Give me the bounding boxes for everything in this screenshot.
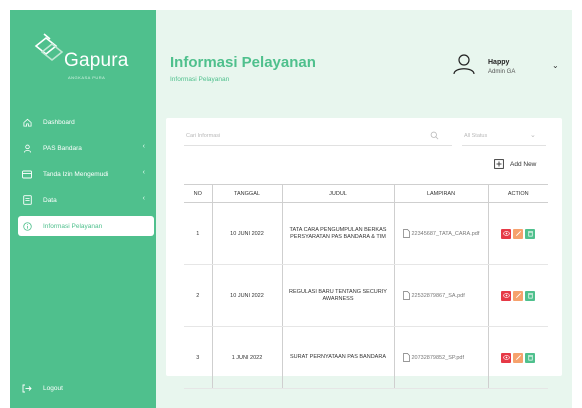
- file-icon: [402, 353, 410, 362]
- delete-button[interactable]: [525, 290, 536, 301]
- sidebar-item-label: Data: [43, 196, 57, 204]
- attachment-link[interactable]: 22345687_TATA_CARA.pdf: [412, 231, 480, 237]
- edit-button[interactable]: [513, 290, 524, 301]
- file-icon: [402, 291, 410, 300]
- logout-icon: [20, 381, 34, 395]
- pencil-icon: [515, 293, 521, 298]
- cell-lampiran[interactable]: 20732879852_SP.pdf: [393, 326, 488, 389]
- sidebar-item-informasi-pelayanan[interactable]: Informasi Pelayanan: [18, 216, 154, 236]
- sidebar-item-label: Tanda Izin Mengemudi: [43, 170, 109, 178]
- trash-icon: [527, 293, 533, 299]
- cell-judul: SURAT PERNYATAAN PAS BANDARA: [281, 326, 394, 389]
- trash-icon: [527, 231, 533, 237]
- breadcrumb[interactable]: Informasi Pelayanan: [170, 76, 229, 83]
- page-title: Informasi Pelayanan: [170, 54, 316, 71]
- user-icon: [20, 141, 34, 155]
- cell-tanggal: 1 JUNI 2022: [211, 326, 282, 389]
- cell-action: [487, 326, 548, 389]
- logo-subtitle: ANGKASA PURA: [68, 75, 106, 80]
- user-menu[interactable]: Happy Admin GA ⌄: [452, 52, 572, 80]
- sidebar-item-label: PAS Bandara: [43, 144, 82, 152]
- info-icon: [20, 219, 34, 233]
- add-new-button[interactable]: Add New: [490, 156, 546, 172]
- sidebar-item-label: Dashboard: [43, 118, 75, 126]
- view-button[interactable]: [501, 352, 512, 363]
- column-header: NO: [184, 184, 212, 203]
- cell-no: 3: [184, 326, 212, 389]
- edit-button[interactable]: [513, 352, 524, 363]
- cell-no: 1: [184, 202, 212, 265]
- status-filter-select[interactable]: All Status ⌄: [462, 128, 546, 146]
- logo-mark-icon: [34, 33, 64, 62]
- search-input[interactable]: Cari Informasi: [184, 128, 452, 146]
- main-content: Informasi Pelayanan Informasi Pelayanan …: [156, 10, 572, 408]
- eye-icon: [503, 293, 510, 298]
- table-row: 3 1 JUNI 2022 SURAT PERNYATAAN PAS BANDA…: [184, 326, 548, 389]
- app-window: Gapura ANGKASA PURA Dashboard PAS Bandar…: [0, 0, 582, 408]
- logout-label: Logout: [43, 384, 63, 392]
- sidebar: Gapura ANGKASA PURA Dashboard PAS Bandar…: [10, 10, 156, 408]
- table-row: 1 10 JUNI 2022 TATA CARA PENGUMPULAN BER…: [184, 202, 548, 265]
- home-icon: [20, 115, 34, 129]
- user-name: Happy: [488, 59, 510, 66]
- cell-lampiran[interactable]: 22345687_TATA_CARA.pdf: [393, 202, 488, 265]
- attachment-link[interactable]: 22532879867_SA.pdf: [412, 293, 465, 299]
- cell-tanggal: 10 JUNI 2022: [211, 202, 282, 265]
- add-icon: [494, 159, 504, 169]
- chevron-left-icon: ‹: [142, 195, 145, 202]
- cell-no: 2: [184, 264, 212, 327]
- logo-text: Gapura: [64, 50, 129, 71]
- cell-lampiran[interactable]: 22532879867_SA.pdf: [393, 264, 488, 327]
- pencil-icon: [515, 355, 521, 360]
- chevron-down-icon: ⌄: [530, 132, 536, 139]
- table-row: 2 10 JUNI 2022 REGULASI BARU TENTANG SEC…: [184, 264, 548, 327]
- user-role: Admin GA: [488, 69, 516, 75]
- info-table: NO TANGGAL JUDUL LAMPIRAN ACTION 1 10 JU…: [184, 184, 548, 389]
- eye-icon: [503, 355, 510, 360]
- content-card: Cari Informasi All Status ⌄ Add New NO T…: [166, 118, 562, 389]
- cell-action: [487, 202, 548, 265]
- chevron-left-icon: ‹: [142, 143, 145, 150]
- cell-judul: REGULASI BARU TENTANG SECURIY AWARNESS: [281, 264, 394, 327]
- delete-button[interactable]: [525, 228, 536, 239]
- chevron-left-icon: ‹: [142, 169, 145, 176]
- edit-button[interactable]: [513, 228, 524, 239]
- search-icon: [430, 131, 439, 140]
- search-placeholder: Cari Informasi: [186, 133, 221, 139]
- logout-button[interactable]: Logout: [18, 380, 63, 396]
- add-new-label: Add New: [510, 160, 537, 168]
- cell-judul: TATA CARA PENGUMPULAN BERKAS PERSYARATAN…: [281, 202, 394, 265]
- card-icon: [20, 167, 34, 181]
- view-button[interactable]: [501, 290, 512, 301]
- eye-icon: [503, 231, 510, 236]
- document-icon: [20, 193, 34, 207]
- delete-button[interactable]: [525, 352, 536, 363]
- pencil-icon: [515, 231, 521, 236]
- column-header: TANGGAL: [211, 184, 282, 203]
- sidebar-item-data[interactable]: Data ‹: [18, 190, 154, 210]
- sidebar-item-dashboard[interactable]: Dashboard: [18, 112, 154, 132]
- cell-tanggal: 10 JUNI 2022: [211, 264, 282, 327]
- chevron-down-icon: ⌄: [552, 61, 559, 70]
- status-filter-value: All Status: [464, 133, 488, 139]
- table-header: NO TANGGAL JUDUL LAMPIRAN ACTION: [184, 184, 548, 203]
- view-button[interactable]: [501, 228, 512, 239]
- column-header: JUDUL: [281, 184, 394, 203]
- sidebar-item-tanda-izin[interactable]: Tanda Izin Mengemudi ‹: [18, 164, 154, 184]
- cell-action: [487, 264, 548, 327]
- file-icon: [402, 229, 410, 238]
- logo: Gapura ANGKASA PURA: [32, 32, 142, 84]
- sidebar-item-label: Informasi Pelayanan: [43, 222, 103, 230]
- trash-icon: [527, 355, 533, 361]
- column-header: LAMPIRAN: [393, 184, 488, 203]
- sidebar-item-pas-bandara[interactable]: PAS Bandara ‹: [18, 138, 154, 158]
- attachment-link[interactable]: 20732879852_SP.pdf: [412, 355, 465, 361]
- avatar-icon: [453, 54, 475, 75]
- column-header: ACTION: [487, 184, 548, 203]
